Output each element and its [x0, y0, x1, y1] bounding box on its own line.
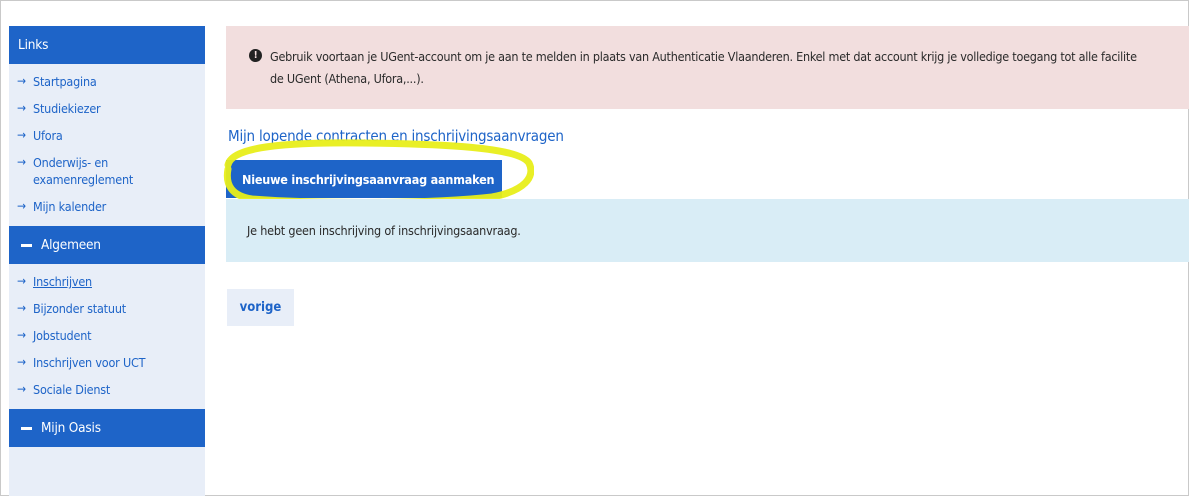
sidebar-item-inschrijven-uct[interactable]: → Inschrijven voor UCT: [9, 349, 205, 376]
info-text: Je hebt geen inschrijving of inschrijvin…: [247, 223, 521, 238]
previous-button[interactable]: vorige: [227, 289, 294, 326]
sidebar-item-startpagina[interactable]: → Startpagina: [9, 68, 205, 95]
sidebar-item-label[interactable]: Onderwijs- en examenreglement: [30, 154, 197, 188]
arrow-right-icon: →: [17, 199, 26, 213]
arrow-right-icon: →: [17, 74, 26, 88]
sidebar-header-links: Links: [9, 26, 205, 64]
sidebar-item-label[interactable]: Mijn kalender: [30, 198, 106, 215]
sidebar-item-studiekiezer[interactable]: → Studiekiezer: [9, 95, 205, 122]
collapse-minus-icon: [21, 426, 32, 430]
arrow-right-icon: →: [17, 155, 26, 169]
sidebar-item-label[interactable]: Sociale Dienst: [30, 381, 110, 398]
sidebar-header-mijn-oasis[interactable]: Mijn Oasis: [9, 409, 205, 447]
sidebar-item-label[interactable]: Studiekiezer: [30, 100, 101, 117]
sidebar-item-onderwijs-examenreglement[interactable]: → Onderwijs- en examenreglement: [9, 149, 205, 193]
arrow-right-icon: →: [17, 101, 26, 115]
sidebar-item-ufora[interactable]: → Ufora: [9, 122, 205, 149]
exclamation-circle-icon: !: [249, 49, 262, 62]
sidebar-item-label[interactable]: Inschrijven: [30, 273, 92, 290]
arrow-right-icon: →: [17, 274, 26, 288]
sidebar-header-mijn-oasis-label: Mijn Oasis: [41, 420, 101, 436]
sidebar-item-label[interactable]: Bijzonder statuut: [30, 300, 126, 317]
sidebar-header-links-label: Links: [18, 37, 49, 53]
page-title: Mijn lopende contracten en inschrijvings…: [228, 127, 564, 145]
no-registration-info: Je hebt geen inschrijving of inschrijvin…: [226, 199, 1189, 262]
collapse-minus-icon: [21, 243, 32, 247]
sidebar-algemeen-list: → Inschrijven → Bijzonder statuut → Jobs…: [9, 264, 205, 409]
sidebar-item-label[interactable]: Ufora: [30, 127, 63, 144]
sidebar: Links → Startpagina → Studiekiezer → Ufo…: [9, 26, 205, 496]
sidebar-links-list: → Startpagina → Studiekiezer → Ufora → O…: [9, 64, 205, 226]
alert-text: Gebruik voortaan je UGent-account om je …: [270, 46, 1137, 90]
sidebar-header-algemeen-label: Algemeen: [41, 237, 101, 253]
alert-line-1: Gebruik voortaan je UGent-account om je …: [270, 49, 1137, 64]
arrow-right-icon: →: [17, 328, 26, 342]
sidebar-item-bijzonder-statuut[interactable]: → Bijzonder statuut: [9, 295, 205, 322]
arrow-right-icon: →: [17, 382, 26, 396]
sidebar-item-jobstudent[interactable]: → Jobstudent: [9, 322, 205, 349]
sidebar-item-mijn-kalender[interactable]: → Mijn kalender: [9, 193, 205, 220]
new-registration-request-button[interactable]: Nieuwe inschrijvingsaanvraag aanmaken: [226, 160, 502, 198]
sidebar-item-sociale-dienst[interactable]: → Sociale Dienst: [9, 376, 205, 403]
arrow-right-icon: →: [17, 301, 26, 315]
arrow-right-icon: →: [17, 355, 26, 369]
sidebar-item-inschrijven[interactable]: → Inschrijven: [9, 268, 205, 295]
sidebar-item-label[interactable]: Startpagina: [30, 73, 97, 90]
alert-line-2: de UGent (Athena, Ufora,...).: [270, 71, 424, 86]
sidebar-item-label[interactable]: Jobstudent: [30, 327, 92, 344]
account-notice-alert: ! Gebruik voortaan je UGent-account om j…: [226, 26, 1189, 109]
arrow-right-icon: →: [17, 128, 26, 142]
sidebar-item-label[interactable]: Inschrijven voor UCT: [30, 354, 146, 371]
sidebar-header-algemeen[interactable]: Algemeen: [9, 226, 205, 264]
